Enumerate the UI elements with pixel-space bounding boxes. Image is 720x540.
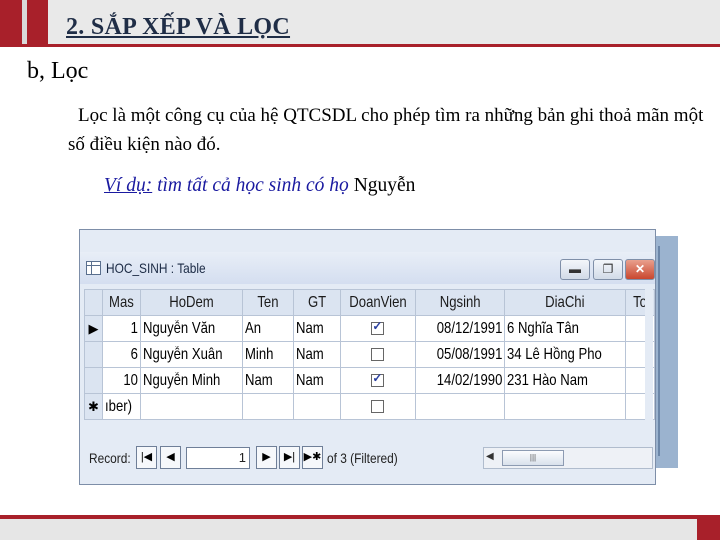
cell-mas[interactable]: 10 [101,367,141,394]
grid-right-edge [645,289,653,439]
table-icon [86,261,101,275]
record-label: Record: [89,450,131,466]
column-header-diachi[interactable]: DiaChi [504,289,626,316]
cell-diachi[interactable]: 231 Hào Nam [504,367,626,394]
table-window: HOC_SINH : Table ▬ ❐ ✕ Mas HoDem Ten GT … [79,229,656,485]
cell-ten[interactable]: An [241,315,294,342]
definition-paragraph: Lọc là một công cụ của hệ QTCSDL cho phé… [68,105,704,155]
select-all-corner[interactable] [84,289,103,316]
doanvien-checkbox[interactable] [371,347,385,361]
first-record-button[interactable]: |◀ [136,446,157,469]
maximize-button[interactable]: ❐ [593,259,623,280]
cell-doanvien[interactable] [339,393,416,420]
datasheet-grid: Mas HoDem Ten GT DoanVien Ngsinh DiaChi … [84,289,655,420]
minimize-button[interactable]: ▬ [560,259,590,280]
record-selector[interactable] [84,367,103,394]
footer-accent-line [0,515,720,519]
record-navigation-bar: Record: |◀ ◀ 1 ▶ ▶| ▶✱ of 3 (Filtered) ◀… [80,441,655,473]
slide-title: 2. SẮP XẾP VÀ LỌC [66,14,291,40]
cell-doanvien[interactable] [339,341,416,368]
cell-diachi[interactable]: 6 Nghĩa Tân [504,315,626,342]
cell-gt[interactable]: Nam [292,315,341,342]
current-record-field[interactable]: 1 [186,447,250,469]
cell-ngsinh[interactable]: 14/02/1990 [414,367,506,394]
table-row[interactable]: ▶ 1 Nguyễn Văn An Nam 08/12/1991 6 Nghĩa… [84,315,655,342]
header-underline [0,44,720,47]
cell-ngsinh[interactable] [414,393,506,420]
column-header-doanvien[interactable]: DoanVien [339,289,416,316]
slide-subtitle: b, Lọc [27,58,89,84]
current-record-value: 1 [238,450,246,465]
close-button[interactable]: ✕ [625,259,655,280]
scroll-thumb[interactable]: ||| [502,450,564,466]
column-header-hodem[interactable]: HoDem [139,289,243,316]
new-record-selector[interactable]: ✱ [84,393,103,420]
cell-mas[interactable]: 1 [101,315,141,342]
cell-doanvien[interactable] [339,315,416,342]
column-header-ten[interactable]: Ten [241,289,294,316]
example-label: Ví dụ: [104,175,153,196]
record-selector[interactable] [84,341,103,368]
cell-diachi[interactable] [504,393,626,420]
cell-hodem[interactable]: Nguyễn Minh [139,367,243,394]
cell-ngsinh[interactable]: 08/12/1991 [414,315,506,342]
table-row[interactable]: 6 Nguyễn Xuân Minh Nam 05/08/1991 34 Lê … [84,341,655,368]
cell-gt[interactable]: Nam [292,341,341,368]
column-header-mas[interactable]: Mas [101,289,141,316]
previous-record-button[interactable]: ◀ [160,446,181,469]
cell-gt[interactable]: Nam [292,367,341,394]
window-titlebar[interactable]: HOC_SINH : Table ▬ ❐ ✕ [80,252,655,284]
window-side-strip [654,236,678,468]
cell-hodem[interactable]: Nguyễn Xuân [139,341,243,368]
next-record-button[interactable]: ▶ [256,446,277,469]
cell-ten[interactable]: Minh [241,341,294,368]
new-record-button[interactable]: ▶✱ [302,446,323,469]
table-row[interactable]: 10 Nguyễn Minh Nam Nam 14/02/1990 231 Hà… [84,367,655,394]
horizontal-scrollbar[interactable]: ◀ ||| [483,447,653,469]
example-line: Ví dụ: tìm tất cả học sinh có họ Nguyễn [104,175,415,197]
doanvien-checkbox[interactable] [371,371,385,387]
scroll-left-icon[interactable]: ◀ [486,451,494,462]
cell-doanvien[interactable] [339,367,416,394]
cell-gt[interactable] [292,393,341,420]
last-record-button[interactable]: ▶| [279,446,300,469]
cell-ten[interactable]: Nam [241,367,294,394]
doanvien-checkbox[interactable] [371,399,385,413]
record-count-text: of 3 (Filtered) [327,450,398,466]
cell-hodem[interactable]: Nguyễn Văn [139,315,243,342]
cell-diachi[interactable]: 34 Lê Hồng Pho [504,341,626,368]
header-row: Mas HoDem Ten GT DoanVien Ngsinh DiaChi … [84,289,655,316]
cell-hodem[interactable] [139,393,243,420]
doanvien-checkbox[interactable] [371,319,385,335]
column-header-gt[interactable]: GT [292,289,341,316]
column-header-ngsinh[interactable]: Ngsinh [414,289,506,316]
cell-mas[interactable]: 6 [101,341,141,368]
cell-mas[interactable]: ıber) [101,393,141,420]
window-title: HOC_SINH : Table [106,260,206,276]
cell-ten[interactable] [241,393,294,420]
header-accent [0,0,48,47]
cell-ngsinh[interactable]: 05/08/1991 [414,341,506,368]
example-name: Nguyễn [353,175,416,196]
new-record-row[interactable]: ✱ ıber) 0 [84,393,655,420]
example-text: tìm tất cả học sinh có họ [152,175,354,196]
footer-corner-block [697,519,720,540]
record-selector[interactable]: ▶ [84,315,103,342]
